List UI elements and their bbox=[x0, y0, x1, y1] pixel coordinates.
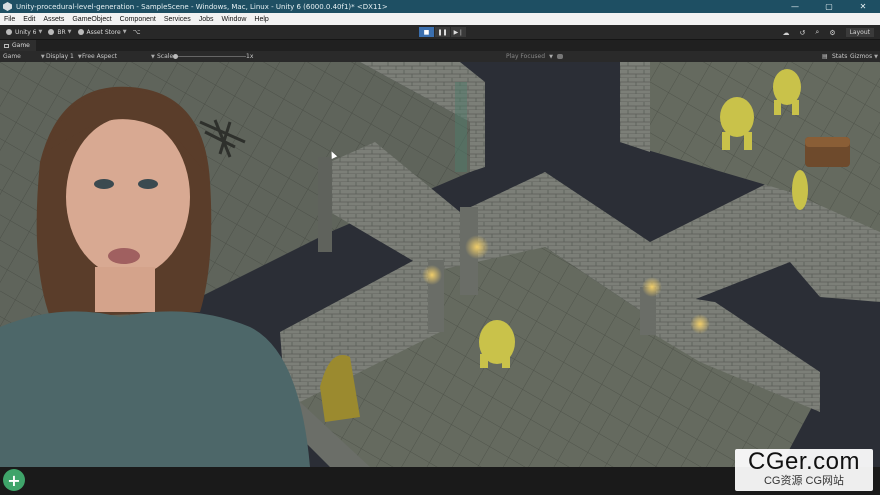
step-button[interactable]: ▶❘ bbox=[451, 27, 466, 37]
scale-value: 1x bbox=[246, 53, 254, 60]
menu-file[interactable]: File bbox=[4, 16, 15, 23]
unity-account-icon bbox=[6, 29, 12, 35]
menu-gameobject[interactable]: GameObject bbox=[72, 16, 111, 23]
pillar bbox=[318, 157, 332, 252]
torch-light bbox=[642, 277, 662, 297]
menu-jobs[interactable]: Jobs bbox=[199, 16, 214, 23]
branch-icon: ⌥ bbox=[132, 28, 141, 36]
watermark-sub: CG资源 CG网站 bbox=[763, 475, 845, 487]
cloud-icon bbox=[48, 29, 55, 35]
game-viewport[interactable] bbox=[0, 62, 880, 467]
minimize-button[interactable]: — bbox=[778, 0, 812, 13]
chevron-down-icon: ▼ bbox=[874, 54, 878, 60]
maximize-button[interactable]: ▢ bbox=[812, 0, 846, 13]
window-titlebar: Unity-procedural-level-generation - Samp… bbox=[0, 0, 880, 13]
branch-dropdown[interactable]: BR ▼ bbox=[48, 28, 72, 36]
editor-tab-bar: Game bbox=[0, 40, 880, 51]
watermark-main: CGer.com bbox=[747, 448, 861, 475]
stats-icon[interactable]: ▤ bbox=[822, 51, 828, 62]
scale-slider-track[interactable] bbox=[176, 56, 246, 57]
display-label: Display 1 bbox=[46, 53, 74, 60]
scale-label: Scale bbox=[157, 53, 174, 60]
game-view-controls: Game ▼ Display 1 ▼ Free Aspect ▼ Scale 1x P… bbox=[0, 51, 880, 62]
play-focused-dropdown[interactable]: Play Focused ▼ bbox=[506, 51, 553, 62]
window-title: Unity-procedural-level-generation - Samp… bbox=[16, 2, 388, 11]
version-control-button[interactable]: ⌥ bbox=[133, 28, 141, 36]
plus-icon[interactable]: + bbox=[3, 469, 25, 491]
green-light-spill bbox=[455, 82, 467, 172]
menu-edit[interactable]: Edit bbox=[23, 16, 35, 23]
play-button[interactable]: ■ bbox=[419, 27, 434, 37]
chevron-down-icon: ▼ bbox=[549, 54, 553, 60]
menu-assets[interactable]: Assets bbox=[43, 16, 64, 23]
cloud-services-icon[interactable]: ☁ bbox=[783, 29, 790, 37]
aspect-label: Free Aspect bbox=[82, 53, 118, 60]
history-icon[interactable]: ↺ bbox=[800, 29, 806, 37]
chevron-down-icon: ▼ bbox=[67, 29, 72, 35]
aspect-dropdown[interactable]: Free Aspect ▼ bbox=[82, 51, 155, 62]
close-button[interactable]: ✕ bbox=[846, 0, 880, 13]
tab-game[interactable]: Game bbox=[0, 40, 36, 51]
watermark-logo: CGer.com CG资源 CG网站 bbox=[735, 449, 873, 491]
torch-light bbox=[465, 235, 489, 259]
play-controls: ■ ❚❚ ▶❘ bbox=[419, 27, 467, 37]
menu-services[interactable]: Services bbox=[164, 16, 191, 23]
search-icon[interactable]: ⌕ bbox=[815, 28, 819, 37]
treasure-chest-lid bbox=[805, 137, 850, 147]
branch-label: BR bbox=[57, 28, 66, 36]
layout-dropdown[interactable]: Layout bbox=[845, 28, 874, 37]
wall-right-room-left bbox=[620, 62, 650, 152]
menu-help[interactable]: Help bbox=[254, 16, 268, 23]
toolbar-right: ☁ ↺ ⌕ ⚙ Layout bbox=[773, 25, 874, 40]
torch-light bbox=[422, 265, 442, 285]
account-dropdown[interactable]: Unity 6 ▼ bbox=[6, 29, 42, 36]
torch-light bbox=[690, 314, 710, 334]
menu-window[interactable]: Window bbox=[222, 16, 247, 23]
scale-slider-handle[interactable] bbox=[173, 54, 178, 59]
menu-bar: File Edit Assets GameObject Component Se… bbox=[0, 13, 880, 25]
shopping-bag-icon bbox=[77, 29, 84, 35]
pause-button[interactable]: ❚❚ bbox=[435, 27, 450, 37]
chevron-down-icon: ▼ bbox=[40, 54, 45, 60]
menu-component[interactable]: Component bbox=[120, 16, 156, 23]
asset-store-dropdown[interactable]: Asset Store ▼ bbox=[77, 28, 127, 36]
player-character bbox=[479, 320, 515, 368]
gizmos-label: Gizmos bbox=[850, 53, 873, 60]
unity-logo-icon bbox=[3, 2, 12, 11]
chevron-down-icon: ▼ bbox=[151, 54, 155, 60]
display-dropdown[interactable]: Display 1 ▼ bbox=[46, 51, 82, 62]
stats-button[interactable]: Stats bbox=[832, 51, 847, 62]
main-toolbar: Unity 6 ▼ BR ▼ Asset Store ▼ ⌥ ■ ❚❚ ▶❘ ☁… bbox=[0, 25, 880, 40]
account-label: Unity 6 bbox=[15, 28, 37, 36]
tab-game-label: Game bbox=[12, 42, 30, 49]
window-controls: — ▢ ✕ bbox=[778, 0, 880, 13]
chevron-down-icon: ▼ bbox=[122, 29, 127, 35]
game-mode-label: Game bbox=[3, 53, 21, 60]
game-mode-dropdown[interactable]: Game ▼ bbox=[3, 51, 45, 62]
enemy-golem bbox=[792, 170, 808, 210]
chevron-down-icon: ▼ bbox=[38, 29, 43, 35]
game-view-icon bbox=[4, 43, 9, 48]
gizmos-dropdown[interactable]: Gizmos ▼ bbox=[850, 51, 878, 62]
play-focused-label: Play Focused bbox=[506, 53, 546, 60]
mute-toggle[interactable] bbox=[557, 54, 563, 59]
asset-store-label: Asset Store bbox=[86, 28, 121, 36]
settings-icon[interactable]: ⚙ bbox=[829, 29, 835, 37]
game-scene-render bbox=[0, 62, 880, 467]
